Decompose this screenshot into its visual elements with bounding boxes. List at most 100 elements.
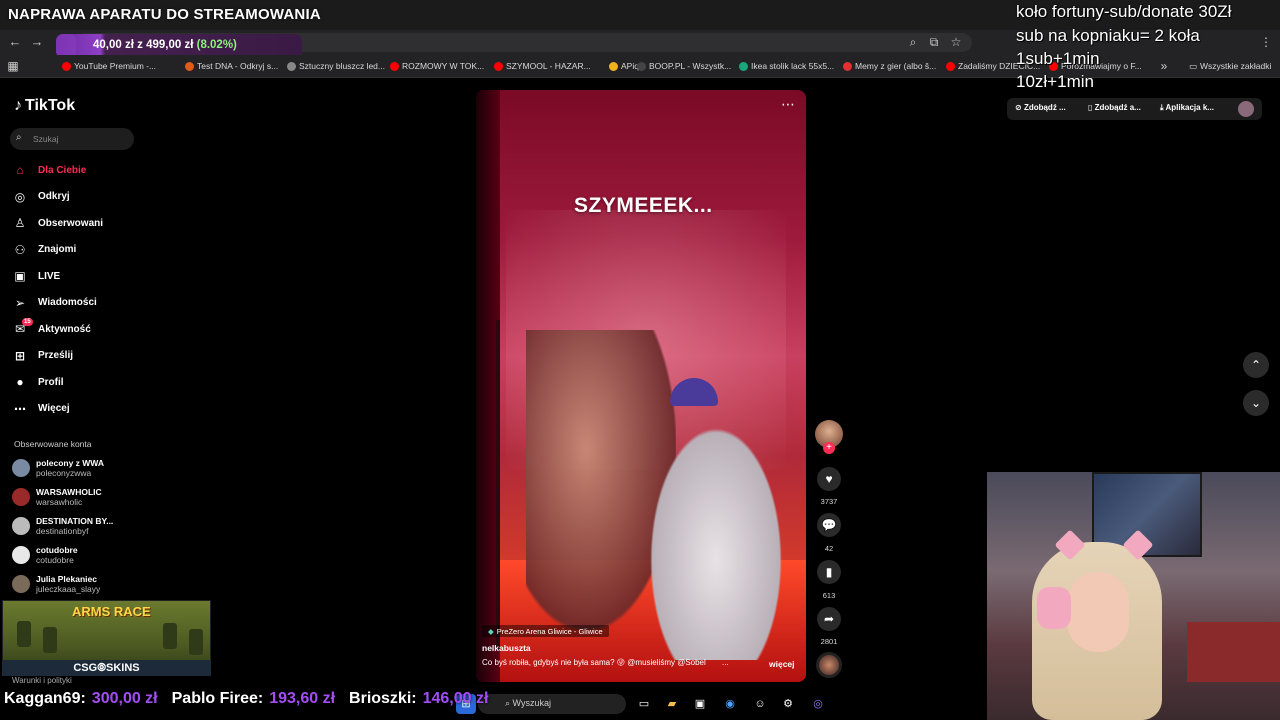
search-placeholder: Szukaj	[33, 134, 59, 144]
bookmark-item[interactable]: Memy z gier (albo š...	[843, 59, 936, 73]
ad-footer-logo: CSG⦾SKINS	[2, 660, 211, 676]
share-button[interactable]: ➦	[817, 607, 841, 631]
video-player[interactable]	[476, 90, 806, 682]
stream-title-overlay: NAPRAWA APARATU DO STREAMOWANIA	[8, 6, 321, 23]
followed-account[interactable]: cotudobre cotudobre	[12, 543, 142, 567]
promo-link-1[interactable]: ⊘ Zdobądź ...	[1015, 103, 1066, 112]
taskbar-search-placeholder: ⌕ Wyszukaj	[505, 698, 551, 708]
more-dots-icon: ⋯	[14, 401, 26, 416]
avatar	[12, 546, 30, 564]
bookmark-item[interactable]: BOOP.PL - Wszystk...	[637, 59, 731, 73]
video-author[interactable]: nelkabuszta	[482, 643, 531, 653]
back-button[interactable]: ←	[6, 33, 24, 51]
bookmark-item[interactable]: Ikea stolik lack 55x5...	[739, 59, 834, 73]
like-button[interactable]: ♥	[817, 467, 841, 491]
ticker-donation: Kaggan69: 300,00 zł	[4, 690, 158, 712]
settings-gear-icon[interactable]: ⚙	[778, 694, 798, 714]
account-handle: cotudobre	[36, 555, 74, 565]
bookmark-favicon-icon	[287, 61, 296, 71]
sidebar-item-prześlij[interactable]: ⊞ Prześlij	[12, 346, 142, 366]
followed-account[interactable]: polecony z WWA poleconyzwwa	[12, 456, 142, 480]
video-performer-figure	[641, 410, 791, 660]
avatar	[12, 575, 30, 593]
browser-menu-icon[interactable]: ⋮	[1258, 34, 1274, 50]
sidebar-item-profil[interactable]: ● Profil	[12, 372, 142, 392]
previous-video-button[interactable]: ⌃	[1243, 352, 1269, 378]
sidebar-item-znajomi[interactable]: ⚇ Znajomi	[12, 240, 142, 260]
sidebar-item-aktywność[interactable]: ✉ 15 Aktywność	[12, 318, 142, 339]
sidebar-item-live[interactable]: ▣ LIVE	[12, 266, 142, 286]
share-arrow-icon: ➦	[823, 612, 835, 626]
promo-link-2[interactable]: ▯ Zdobądź a...	[1088, 103, 1141, 112]
ad-soldier-figure	[189, 629, 203, 655]
sidebar-item-wiadomości[interactable]: ➢ Wiadomości	[12, 293, 142, 313]
forward-button[interactable]: →	[28, 33, 46, 51]
promo-link-3[interactable]: ⤓ Aplikacja k...	[1160, 103, 1214, 113]
donation-amount: 146,00 zł	[422, 690, 489, 707]
store-icon[interactable]: ▣	[690, 694, 710, 714]
zoom-icon[interactable]: ⌕	[905, 34, 921, 50]
bookmark-favicon-icon	[739, 61, 748, 71]
bookmark-item[interactable]: YouTube Premium -...	[62, 59, 156, 73]
sidebar-item-obserwowani[interactable]: ♙ Obserwowani	[12, 213, 142, 233]
bookmark-item[interactable]: Sztuczny bluszcz led...	[287, 59, 385, 73]
donor-name: Brioszki:	[349, 690, 417, 707]
file-explorer-icon[interactable]: ▰	[662, 694, 682, 714]
like-count: 3737	[820, 497, 838, 506]
cat-headset-icon	[1037, 587, 1071, 629]
apps-grid-icon[interactable]: ▦	[5, 58, 21, 74]
arrow-left-icon: ←	[8, 34, 22, 49]
webcam-streamer-face	[1067, 572, 1129, 652]
followed-account[interactable]: WARSAWHOLIC warsawholic	[12, 485, 142, 509]
video-location-tag[interactable]: ◆ PreZero Arena Gliwice - Gliwice	[482, 625, 609, 637]
bookmark-favicon-icon	[946, 61, 955, 71]
promo-avatar[interactable]	[1238, 101, 1254, 117]
video-more-menu-icon[interactable]: ⋯	[781, 96, 796, 113]
task-view-icon[interactable]: ▭	[634, 694, 654, 714]
chevron-up-icon: ⌃	[1250, 358, 1262, 372]
donor-name: Pablo Firee:	[171, 690, 264, 707]
bookmark-item[interactable]: SZYMOOL - HAZAR...	[494, 59, 591, 73]
bookmark-favicon-icon	[494, 61, 503, 71]
followed-account[interactable]: DESTINATION BY... destinationbyf	[12, 514, 142, 538]
live-tv-icon: ▣	[14, 269, 26, 283]
comment-button[interactable]: 💬	[817, 513, 841, 537]
account-display-name: polecony z WWA	[36, 458, 104, 468]
bookmark-star-icon[interactable]: ☆	[948, 34, 964, 50]
next-video-button[interactable]: ⌄	[1243, 390, 1269, 416]
sidebar-item-więcej[interactable]: ⋯ Więcej	[12, 399, 142, 419]
obs-icon[interactable]: ◎	[808, 694, 828, 714]
tiktok-note-icon: ♪	[14, 97, 22, 114]
ticker-donation: Brioszki: 146,00 zł	[349, 690, 488, 712]
bookmark-item[interactable]: ROZMOWY W TOK...	[390, 59, 484, 73]
donation-amount: 300,00 zł	[91, 690, 158, 707]
sidebar-item-dla-ciebie[interactable]: ⌂ Dla Ciebie	[12, 160, 142, 180]
account-display-name: WARSAWHOLIC	[36, 487, 102, 497]
bookmarks-overflow-icon[interactable]: »	[1156, 58, 1172, 74]
bookmark-item[interactable]: Test DNA - Odkryj s...	[185, 59, 278, 73]
video-more-link[interactable]: więcej	[769, 659, 795, 669]
terms-link[interactable]: Warunki i polityki	[12, 676, 72, 685]
bookmark-item[interactable]: APiq	[609, 59, 639, 73]
music-disc-icon[interactable]	[816, 652, 842, 678]
bookmark-favicon-icon	[390, 61, 399, 71]
bookmark-favicon-icon	[62, 61, 71, 71]
followed-account[interactable]: Julia Plekaniec juleczkaaa_slayy	[12, 572, 142, 596]
avatar	[12, 488, 30, 506]
taskbar-search-input[interactable]	[478, 694, 626, 714]
follow-plus-icon[interactable]: +	[823, 442, 835, 454]
followed-accounts-title: Obserwowane konta	[14, 439, 92, 449]
tiktok-logo[interactable]: ♪ TikTok	[14, 97, 75, 115]
webcam-feed	[987, 472, 1280, 720]
save-button[interactable]: ▮	[817, 560, 841, 584]
folder-icon: ▭	[1189, 60, 1198, 71]
discord-icon[interactable]: ☺	[750, 694, 770, 714]
chrome-icon[interactable]: ◉	[720, 694, 740, 714]
avatar	[12, 459, 30, 477]
comment-count: 42	[824, 544, 834, 553]
tiktok-search-input[interactable]	[10, 128, 134, 150]
install-app-icon[interactable]: ⧉	[926, 34, 942, 50]
sidebar-item-odkryj[interactable]: ◎ Odkryj	[12, 187, 142, 207]
inbox-icon: ✉ 15	[14, 318, 33, 336]
all-bookmarks-link[interactable]: ▭ Wszystkie zakładki	[1189, 59, 1271, 73]
